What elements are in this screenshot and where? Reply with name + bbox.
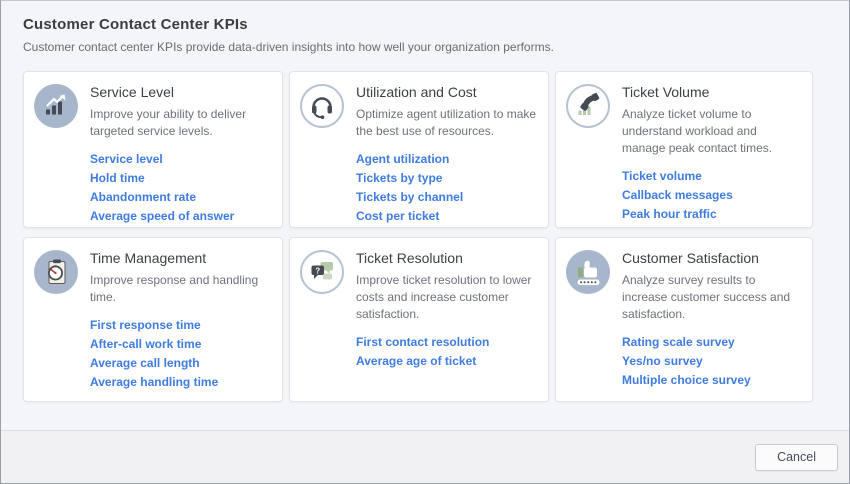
kpi-link-first-contact-resolution[interactable]: First contact resolution xyxy=(356,336,538,348)
kpi-link-agent-utilization[interactable]: Agent utilization xyxy=(356,153,538,165)
headset-icon xyxy=(300,84,344,128)
kpi-link-rating-scale-survey[interactable]: Rating scale survey xyxy=(622,336,802,348)
kpi-link-cost-per-ticket[interactable]: Cost per ticket xyxy=(356,210,538,222)
dialog-header: Customer Contact Center KPIs Customer co… xyxy=(1,1,849,54)
kpi-card-ticket-volume: Ticket Volume Analyze ticket volume to u… xyxy=(555,71,813,228)
kpi-link-average-age-of-ticket[interactable]: Average age of ticket xyxy=(356,355,538,367)
card-title: Time Management xyxy=(90,250,272,266)
kpi-link-tickets-by-type[interactable]: Tickets by type xyxy=(356,172,538,184)
card-title: Service Level xyxy=(90,84,272,100)
card-description: Analyze ticket volume to understand work… xyxy=(622,106,802,157)
kpi-link-average-call-length[interactable]: Average call length xyxy=(90,357,272,369)
kpi-link-first-response-time[interactable]: First response time xyxy=(90,319,272,331)
card-title: Utilization and Cost xyxy=(356,84,538,100)
card-description: Analyze survey results to increase custo… xyxy=(622,272,802,323)
thumbs-up-icon xyxy=(566,250,610,294)
kpi-link-yes-no-survey[interactable]: Yes/no survey xyxy=(622,355,802,367)
kpi-link-after-call-work-time[interactable]: After-call work time xyxy=(90,338,272,350)
kpi-link-service-level[interactable]: Service level xyxy=(90,153,272,165)
card-title: Ticket Volume xyxy=(622,84,802,100)
kpi-card-utilization-and-cost: Utilization and Cost Optimize agent util… xyxy=(289,71,549,228)
kpi-link-average-speed-of-answer[interactable]: Average speed of answer xyxy=(90,210,272,222)
card-description: Improve response and handling time. xyxy=(90,272,272,306)
kpi-link-list: First contact resolution Average age of … xyxy=(356,336,538,367)
kpi-link-list: Agent utilization Tickets by type Ticket… xyxy=(356,153,538,222)
kpi-card-ticket-resolution: ? Ticket Resolution Improve ticket resol… xyxy=(289,237,549,402)
kpi-link-callback-messages[interactable]: Callback messages xyxy=(622,189,802,201)
kpi-link-ticket-volume[interactable]: Ticket volume xyxy=(622,170,802,182)
kpi-card-service-level: Service Level Improve your ability to de… xyxy=(23,71,283,228)
cancel-button[interactable]: Cancel xyxy=(755,444,838,471)
bar-chart-trend-icon xyxy=(34,84,78,128)
kpi-link-list: First response time After-call work time… xyxy=(90,319,272,388)
kpi-link-abandonment-rate[interactable]: Abandonment rate xyxy=(90,191,272,203)
kpi-card-time-management: Time Management Improve response and han… xyxy=(23,237,283,402)
card-description: Optimize agent utilization to make the b… xyxy=(356,106,538,140)
kpi-link-list: Service level Hold time Abandonment rate… xyxy=(90,153,272,222)
card-description: Improve ticket resolution to lower costs… xyxy=(356,272,538,323)
phone-handset-icon xyxy=(566,84,610,128)
page-subtitle: Customer contact center KPIs provide dat… xyxy=(23,40,827,54)
kpi-picker-dialog: Customer Contact Center KPIs Customer co… xyxy=(0,0,850,484)
kpi-link-peak-hour-traffic[interactable]: Peak hour traffic xyxy=(622,208,802,220)
stopwatch-clipboard-icon xyxy=(34,250,78,294)
card-description: Improve your ability to deliver targeted… xyxy=(90,106,272,140)
kpi-link-list: Ticket volume Callback messages Peak hou… xyxy=(622,170,802,220)
kpi-link-multiple-choice-survey[interactable]: Multiple choice survey xyxy=(622,374,802,386)
kpi-link-average-handling-time[interactable]: Average handling time xyxy=(90,376,272,388)
dialog-footer: Cancel xyxy=(1,430,849,483)
kpi-cards-grid: Service Level Improve your ability to de… xyxy=(23,71,849,402)
kpi-card-customer-satisfaction: Customer Satisfaction Analyze survey res… xyxy=(555,237,813,402)
card-title: Customer Satisfaction xyxy=(622,250,802,266)
speech-bubbles-icon: ? xyxy=(300,250,344,294)
card-title: Ticket Resolution xyxy=(356,250,538,266)
kpi-link-hold-time[interactable]: Hold time xyxy=(90,172,272,184)
svg-text:?: ? xyxy=(315,266,320,275)
page-title: Customer Contact Center KPIs xyxy=(23,16,827,33)
kpi-link-list: Rating scale survey Yes/no survey Multip… xyxy=(622,336,802,386)
kpi-link-tickets-by-channel[interactable]: Tickets by channel xyxy=(356,191,538,203)
